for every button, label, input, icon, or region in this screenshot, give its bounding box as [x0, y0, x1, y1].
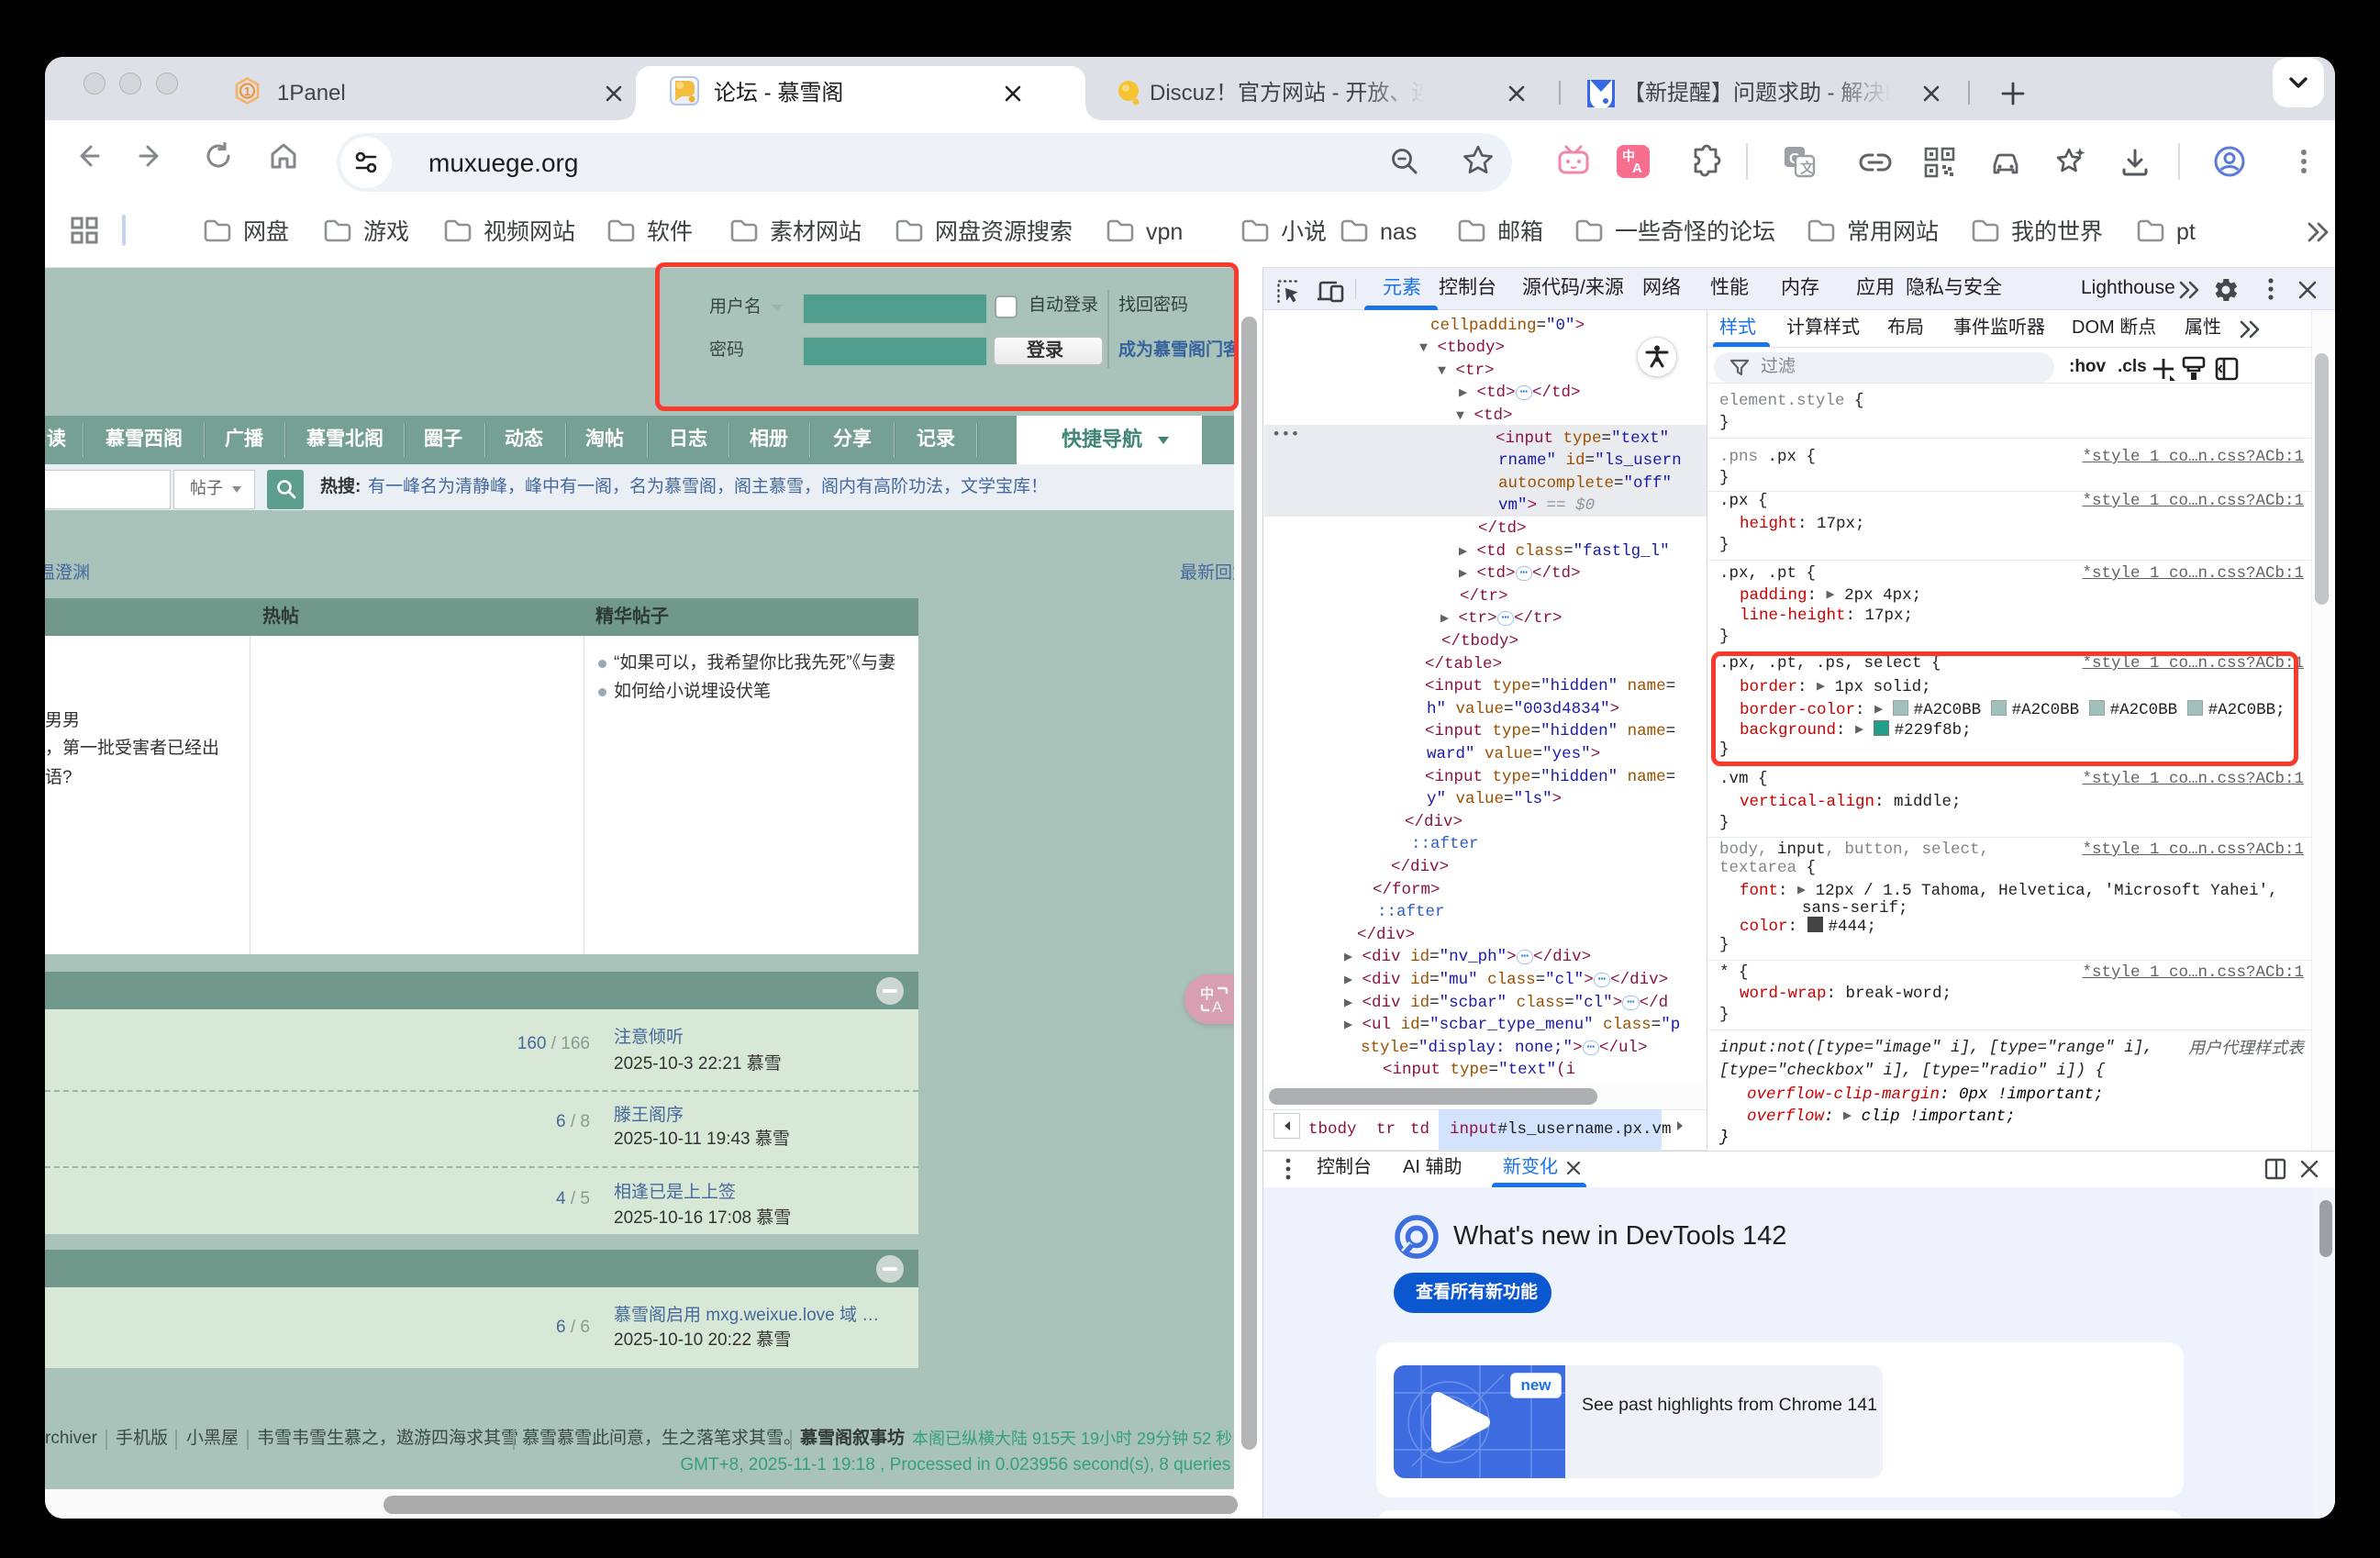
- svg-text:文: 文: [1800, 160, 1815, 176]
- svg-text:A: A: [1632, 161, 1642, 176]
- svg-text:1: 1: [244, 84, 250, 98]
- svg-text:A: A: [1212, 998, 1223, 1016]
